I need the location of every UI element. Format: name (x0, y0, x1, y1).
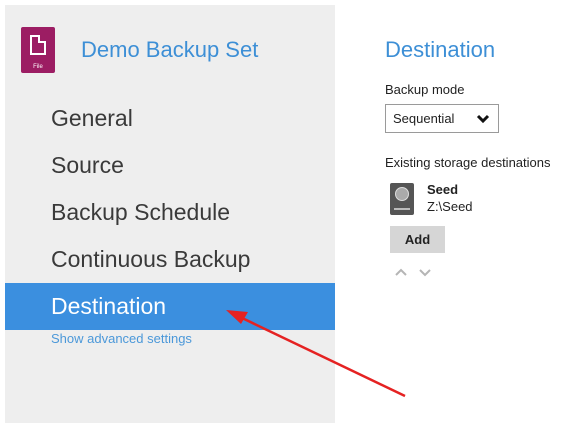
chevron-down-icon (476, 114, 490, 124)
move-down-icon[interactable] (419, 264, 431, 282)
backup-set-header: File Demo Backup Set (21, 27, 258, 73)
sidebar-item-destination[interactable]: Destination (5, 283, 335, 330)
backup-mode-select[interactable]: Sequential (385, 104, 499, 133)
sidebar-item-general[interactable]: General (5, 95, 335, 142)
sidebar-item-continuous-backup[interactable]: Continuous Backup (5, 236, 335, 283)
destination-path: Z:\Seed (427, 199, 473, 214)
existing-destinations-label: Existing storage destinations (385, 155, 551, 170)
backup-mode-label: Backup mode (385, 82, 465, 97)
destination-name: Seed (427, 182, 459, 197)
move-up-icon[interactable] (395, 264, 407, 282)
page-title: Destination (385, 37, 496, 62)
sidebar-item-backup-schedule[interactable]: Backup Schedule (5, 189, 335, 236)
reorder-controls (395, 264, 443, 282)
destination-item-seed[interactable]: Seed Z:\Seed (390, 181, 473, 215)
sidebar-nav: General Source Backup Schedule Continuou… (5, 95, 335, 330)
hard-drive-icon (390, 183, 414, 215)
backup-mode-value: Sequential (393, 111, 455, 126)
file-icon: File (21, 27, 55, 73)
sidebar-item-source[interactable]: Source (5, 142, 335, 189)
show-advanced-settings-link[interactable]: Show advanced settings (51, 331, 192, 346)
file-icon-label: File (33, 64, 43, 70)
backup-set-title: Demo Backup Set (81, 37, 259, 62)
sidebar: File Demo Backup Set General Source Back… (5, 5, 335, 423)
add-destination-button[interactable]: Add (390, 226, 445, 253)
